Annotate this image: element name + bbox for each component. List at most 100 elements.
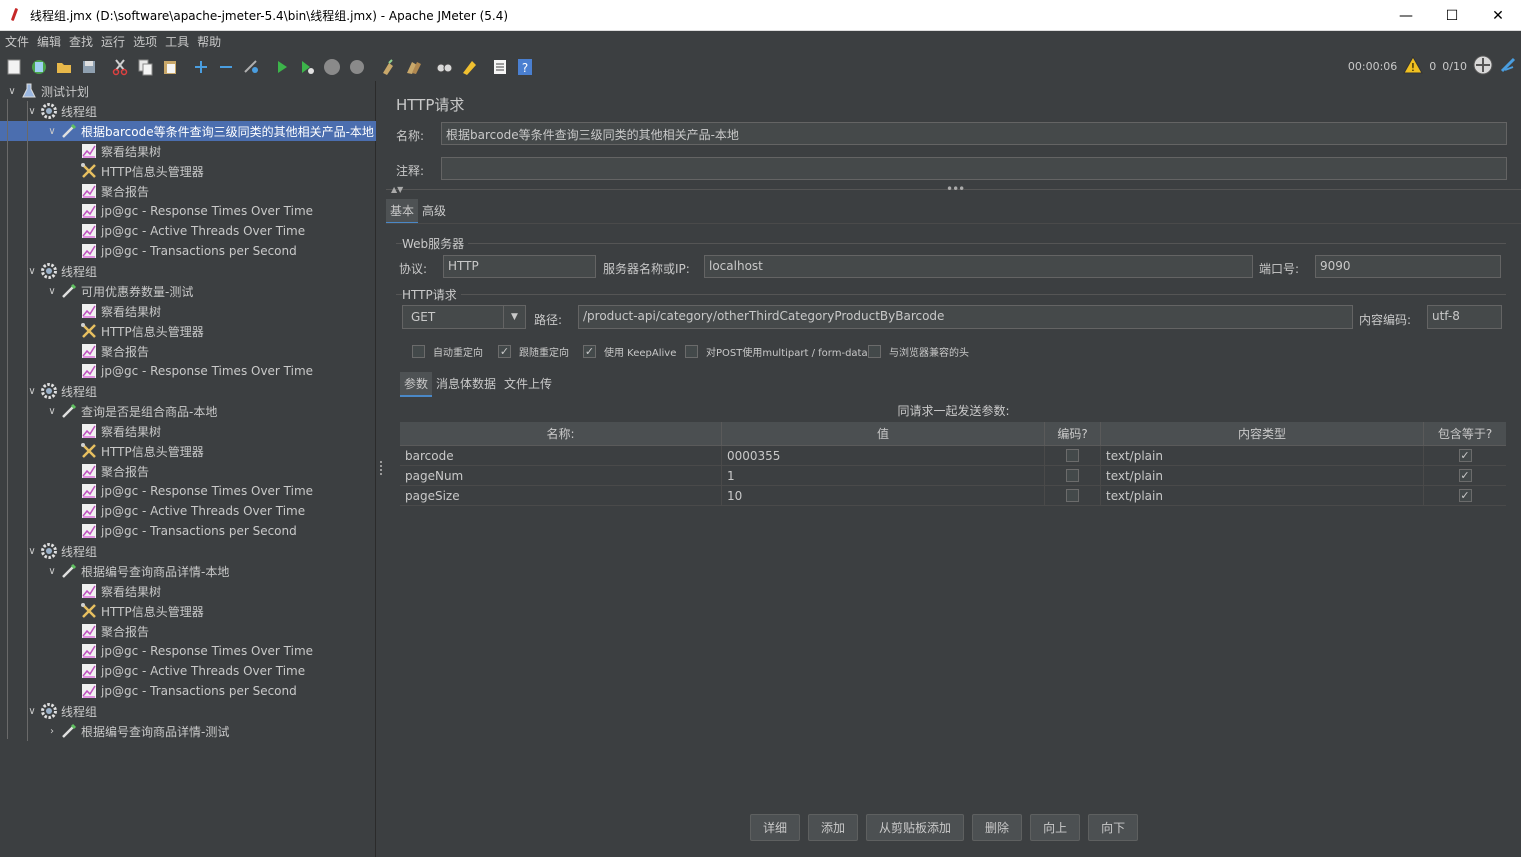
tab-body-data[interactable]: 消息体数据 [432,372,500,397]
collapse-arrows-icon[interactable]: ▲▼ [391,185,403,194]
port-field[interactable]: 9090 [1315,255,1501,278]
comment-field[interactable] [441,157,1507,180]
tree-node-listener[interactable]: HTTP信息头管理器 [64,441,204,461]
menu-file[interactable]: 文件 [2,33,34,50]
tree-node-thread-group[interactable]: ∨ 线程组 [24,381,97,401]
param-value-cell[interactable]: 10 [722,486,1045,505]
split-pane-divider[interactable] [377,81,385,857]
tab-parameters[interactable]: 参数 [400,372,433,397]
name-field[interactable]: 根据barcode等条件查询三级同类的其他相关产品-本地 [441,122,1507,145]
checkbox-unchecked[interactable] [1066,469,1079,482]
expand-all-icon[interactable] [190,56,212,78]
checkbox-unchecked[interactable] [1066,489,1079,502]
option-checkbox[interactable]: ✓ 跟随重定向 [498,344,569,359]
tree-node-http-sampler[interactable]: ∨ 根据编号查询商品详情-本地 [44,561,229,581]
tree-node-listener[interactable]: jp@gc - Response Times Over Time [64,361,313,381]
checkbox-checked[interactable]: ✓ [1458,469,1472,482]
include-equals-checkbox-cell[interactable]: ✓ [1424,466,1506,485]
tree-node-listener[interactable]: 察看结果树 [64,301,161,321]
function-helper-icon[interactable] [489,56,511,78]
tree-node-listener[interactable]: 聚合报告 [64,461,149,481]
method-select[interactable]: GET ▼ [402,305,526,329]
chevron-down-icon[interactable]: ∨ [44,123,60,139]
collapse-all-icon[interactable] [215,56,237,78]
menu-options[interactable]: 选项 [130,33,162,50]
tree-node-listener[interactable]: 察看结果树 [64,421,161,441]
tree-node-listener[interactable]: jp@gc - Response Times Over Time [64,481,313,501]
tree-node-test-plan[interactable]: ∨ 测试计划 [4,81,89,101]
clear-all-icon[interactable] [402,56,424,78]
param-value-cell[interactable]: 1 [722,466,1045,485]
new-icon[interactable] [3,56,25,78]
stop-icon[interactable] [321,56,343,78]
server-field[interactable]: localhost [704,255,1253,278]
menu-edit[interactable]: 编辑 [34,33,66,50]
tree-node-listener[interactable]: 察看结果树 [64,141,161,161]
checkbox-unchecked[interactable] [412,345,425,358]
tree-node-http-sampler[interactable]: ∨ 可用优惠券数量-测试 [44,281,193,301]
log-icon[interactable] [1499,56,1517,77]
maximize-button[interactable]: ☐ [1429,0,1475,31]
tree-node-http-sampler[interactable]: ∨ 查询是否是组合商品-本地 [44,401,217,421]
move-up-button[interactable]: 向上 [1030,814,1081,841]
param-name-cell[interactable]: pageNum [400,466,722,485]
shutdown-icon[interactable] [346,56,368,78]
column-include-equals[interactable]: 包含等于? [1424,422,1506,445]
tree-node-listener[interactable]: HTTP信息头管理器 [64,321,204,341]
checkbox-unchecked[interactable] [868,345,881,358]
tree-node-listener[interactable]: jp@gc - Active Threads Over Time [64,221,305,241]
content-type-cell[interactable]: text/plain [1101,466,1424,485]
option-checkbox[interactable]: 自动重定向 [412,344,483,359]
encode-checkbox-cell[interactable] [1045,486,1101,505]
delete-button[interactable]: 删除 [972,814,1023,841]
include-equals-checkbox-cell[interactable]: ✓ [1424,446,1506,465]
option-checkbox[interactable]: 与浏览器兼容的头 [868,344,969,359]
column-name[interactable]: 名称: [400,422,722,445]
encoding-field[interactable]: utf-8 [1427,305,1502,329]
tree-node-listener[interactable]: 聚合报告 [64,181,149,201]
option-checkbox[interactable]: ✓ 使用 KeepAlive [583,344,676,359]
checkbox-unchecked[interactable] [685,345,698,358]
copy-icon[interactable] [134,56,156,78]
checkbox-checked[interactable]: ✓ [498,345,511,358]
param-name-cell[interactable]: barcode [400,446,722,465]
add-button[interactable]: 添加 [808,814,859,841]
start-no-pause-icon[interactable] [296,56,318,78]
menu-search[interactable]: 查找 [66,33,98,50]
tree-node-listener[interactable]: HTTP信息头管理器 [64,161,204,181]
encode-checkbox-cell[interactable] [1045,466,1101,485]
tree-node-listener[interactable]: 察看结果树 [64,581,161,601]
drag-handle-icon[interactable]: ••• [946,182,965,196]
templates-icon[interactable] [28,56,50,78]
checkbox-checked[interactable]: ✓ [583,345,596,358]
checkbox-checked[interactable]: ✓ [1458,449,1472,462]
option-checkbox[interactable]: 对POST使用multipart / form-data [685,344,868,359]
menu-tools[interactable]: 工具 [162,33,194,50]
chevron-down-icon[interactable]: ▼ [503,306,525,328]
tree-node-thread-group[interactable]: ∨ 线程组 [24,701,97,721]
tree-node-http-sampler[interactable]: › 根据编号查询商品详情-测试 [44,721,229,741]
tree-node-listener[interactable]: jp@gc - Response Times Over Time [64,201,313,221]
include-equals-checkbox-cell[interactable]: ✓ [1424,486,1506,505]
detail-button[interactable]: 详细 [750,814,801,841]
content-type-cell[interactable]: text/plain [1101,486,1424,505]
tab-advanced[interactable]: 高级 [418,199,450,224]
menu-help[interactable]: 帮助 [194,33,226,50]
minimize-button[interactable]: — [1383,0,1429,31]
column-encode[interactable]: 编码? [1045,422,1101,445]
column-value[interactable]: 值 [722,422,1045,445]
paste-icon[interactable] [159,56,181,78]
tree-node-listener[interactable]: jp@gc - Active Threads Over Time [64,501,305,521]
tree-node-listener[interactable]: 聚合报告 [64,341,149,361]
chevron-down-icon[interactable]: ∨ [44,283,60,299]
tree-node-listener[interactable]: jp@gc - Transactions per Second [64,681,297,701]
chevron-down-icon[interactable]: ∨ [44,403,60,419]
chevron-down-icon[interactable]: ∨ [4,83,20,99]
table-row[interactable]: pageSize 10 text/plain ✓ [400,486,1506,506]
clear-icon[interactable] [377,56,399,78]
toggle-icon[interactable] [240,56,262,78]
column-content-type[interactable]: 内容类型 [1101,422,1424,445]
table-row[interactable]: pageNum 1 text/plain ✓ [400,466,1506,486]
help-icon[interactable]: ? [514,56,536,78]
protocol-field[interactable]: HTTP [443,255,596,278]
